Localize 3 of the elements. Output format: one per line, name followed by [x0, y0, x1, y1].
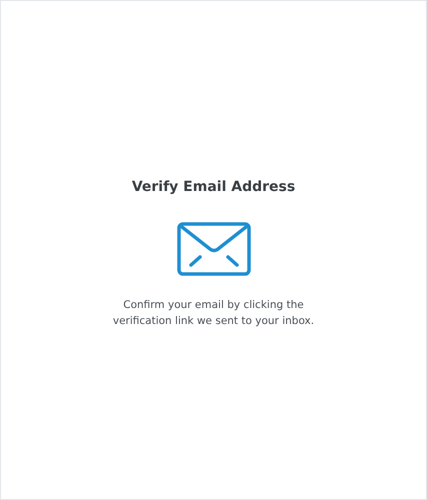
- envelope-icon: [176, 222, 250, 276]
- page-title: Verify Email Address: [132, 178, 296, 197]
- instruction-text: Confirm your email by clicking the verification link we sent to your inbox.: [112, 298, 316, 329]
